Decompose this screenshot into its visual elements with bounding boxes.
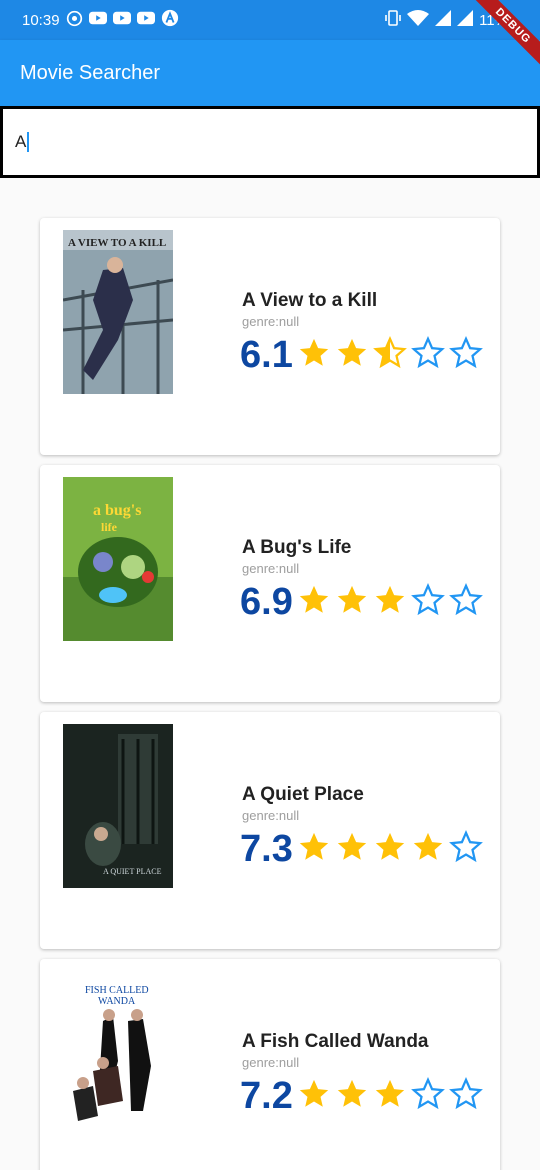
whatsapp-icon	[66, 10, 83, 31]
movie-poster: A QUIET PLACE	[63, 724, 173, 888]
app-a-icon	[161, 9, 179, 31]
star-filled-icon	[297, 583, 331, 622]
star-filled-icon	[335, 336, 369, 375]
star-filled-icon	[297, 336, 331, 375]
text-cursor	[27, 132, 30, 152]
star-filled-icon	[335, 1077, 369, 1116]
rating-row: 7.3	[240, 828, 483, 871]
movie-poster: a bug's life	[63, 477, 173, 641]
youtube-icon	[136, 11, 155, 29]
star-filled-icon	[373, 830, 407, 869]
star-filled-icon	[297, 830, 331, 869]
status-bar: 10:39 11%	[0, 0, 540, 40]
movie-list[interactable]: A VIEW TO A KILL A View to a Kill genre:nu…	[40, 218, 500, 1170]
poster-title-text: a bug's	[93, 502, 141, 519]
star-rating	[297, 1077, 483, 1116]
star-filled-icon	[411, 830, 445, 869]
star-outline-icon	[448, 1077, 483, 1116]
star-rating	[297, 583, 483, 622]
status-left: 10:39	[22, 9, 179, 31]
movie-title: A View to a Kill	[242, 290, 378, 311]
movie-genre: genre:null	[242, 808, 300, 823]
battery-percent: 11%	[479, 11, 508, 29]
movie-title: A Fish Called Wanda	[242, 1031, 429, 1052]
rating-score: 7.2	[240, 1075, 293, 1117]
status-time: 10:39	[22, 11, 60, 29]
app-bar: Movie Searcher	[0, 40, 540, 106]
movie-title: A Bug's Life	[242, 537, 352, 558]
star-filled-icon	[335, 583, 369, 622]
movie-card[interactable]: FISH CALLED WANDA A Fish Called Wanda genre…	[40, 959, 500, 1170]
poster-title-text: FISH CALLED	[85, 985, 149, 996]
rating-score: 6.9	[240, 581, 293, 623]
movie-poster: FISH CALLED WANDA	[63, 971, 173, 1135]
signal-icon	[435, 10, 452, 30]
rating-score: 6.1	[240, 334, 293, 376]
search-input[interactable]: A	[15, 132, 26, 152]
movie-card[interactable]: a bug's life A Bug's Life genre:null 6.9	[40, 465, 500, 702]
youtube-icon	[88, 11, 107, 29]
rating-row: 6.1	[240, 334, 483, 377]
vibrate-icon	[385, 9, 401, 31]
movie-genre: genre:null	[242, 314, 300, 329]
poster-title-text: A VIEW TO A KILL	[68, 237, 166, 249]
star-outline-icon	[410, 1077, 445, 1116]
star-filled-icon	[373, 1077, 407, 1116]
wifi-icon	[407, 10, 430, 30]
status-right: 11%	[385, 9, 518, 31]
movie-title: A Quiet Place	[242, 784, 364, 805]
movie-card[interactable]: A VIEW TO A KILL A View to a Kill genre:nu…	[40, 218, 500, 455]
rating-row: 6.9	[240, 581, 483, 624]
star-outline-icon	[410, 583, 445, 622]
youtube-icon	[112, 11, 131, 29]
star-outline-icon	[448, 583, 483, 622]
svg-text:WANDA: WANDA	[98, 996, 136, 1007]
movie-card[interactable]: A QUIET PLACE A Quiet Place genre:null 7.3	[40, 712, 500, 949]
star-rating	[297, 336, 483, 375]
star-rating	[297, 830, 483, 869]
star-filled-icon	[373, 583, 407, 622]
star-outline-icon	[448, 336, 483, 375]
svg-text:life: life	[101, 520, 118, 534]
star-half-icon	[372, 336, 407, 375]
movie-poster: A VIEW TO A KILL	[63, 230, 173, 394]
movie-genre: genre:null	[242, 1055, 300, 1070]
star-filled-icon	[335, 830, 369, 869]
star-outline-icon	[448, 830, 483, 869]
star-filled-icon	[297, 1077, 331, 1116]
signal-no-data-icon	[457, 10, 474, 30]
rating-row: 7.2	[240, 1075, 483, 1118]
app-title: Movie Searcher	[20, 61, 161, 84]
movie-genre: genre:null	[242, 561, 300, 576]
star-outline-icon	[410, 336, 445, 375]
search-field[interactable]: A	[0, 106, 540, 178]
poster-title-text: A QUIET PLACE	[103, 867, 162, 876]
rating-score: 7.3	[240, 828, 293, 870]
